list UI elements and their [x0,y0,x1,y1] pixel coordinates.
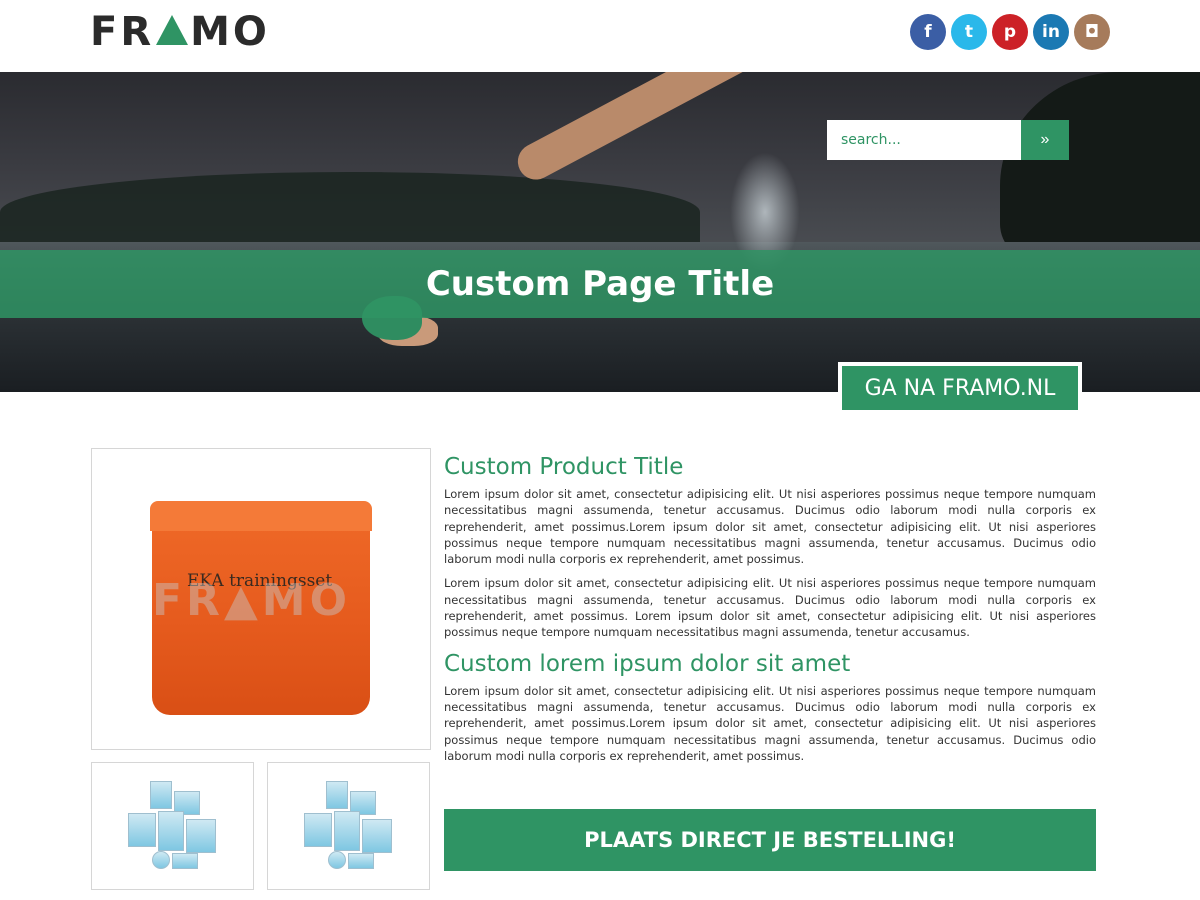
product-main-image[interactable]: EKA trainingsset FR▲MO [91,448,431,750]
logo-triangle-icon [156,15,189,45]
search-box: » [827,120,1069,160]
hero-trees [1000,72,1200,262]
kit-pack [158,811,184,851]
product-bag-seal [150,501,372,531]
pinterest-icon[interactable]: p [992,14,1028,50]
product-thumbnail-2[interactable] [267,762,430,890]
kit-pack [304,813,332,847]
product-thumbnail-1[interactable] [91,762,254,890]
product-paragraph-2: Lorem ipsum dolor sit amet, consectetur … [444,576,1096,640]
product-description: Custom Product Title Lorem ipsum dolor s… [444,452,1096,772]
image-watermark: FR▲MO [152,575,351,626]
visit-framo-wrapper: GA NA FRAMO.NL [838,362,1082,414]
product-paragraph-3: Lorem ipsum dolor sit amet, consectetur … [444,683,1096,763]
page-title: Custom Page Title [425,264,775,304]
site-header: FR MO f t p in ◘ [0,0,1200,72]
product-subtitle: Custom lorem ipsum dolor sit amet [444,650,851,677]
swimmer-arm [511,72,759,186]
framo-logo[interactable]: FR MO [90,12,270,52]
kit-pack [348,853,374,869]
hero-hills [0,172,700,252]
kit-pack [128,813,156,847]
kit-pack [152,851,170,869]
search-input[interactable] [827,120,1021,160]
visit-framo-button[interactable]: GA NA FRAMO.NL [842,366,1078,410]
social-links: f t p in ◘ [910,14,1110,50]
search-button[interactable]: » [1021,120,1069,160]
facebook-icon[interactable]: f [910,14,946,50]
instagram-icon[interactable]: ◘ [1074,14,1110,50]
kit-pack [362,819,392,853]
twitter-icon[interactable]: t [951,14,987,50]
product-paragraph-1: Lorem ipsum dolor sit amet, consectetur … [444,487,1096,567]
linkedin-icon[interactable]: in [1033,14,1069,50]
kit-pack [150,781,172,809]
watermark-right: MO [261,575,351,626]
logo-text-left: FR [90,9,155,55]
logo-text-right: MO [190,9,270,55]
kit-pack [326,781,348,809]
watermark-left: FR [152,575,224,626]
product-title: Custom Product Title [444,454,684,480]
kit-pack [328,851,346,869]
kit-pack [334,811,360,851]
order-button[interactable]: PLAATS DIRECT JE BESTELLING! [444,809,1096,871]
kit-pack [186,819,216,853]
page-title-band: Custom Page Title [0,250,1200,318]
kit-pack [172,853,198,869]
